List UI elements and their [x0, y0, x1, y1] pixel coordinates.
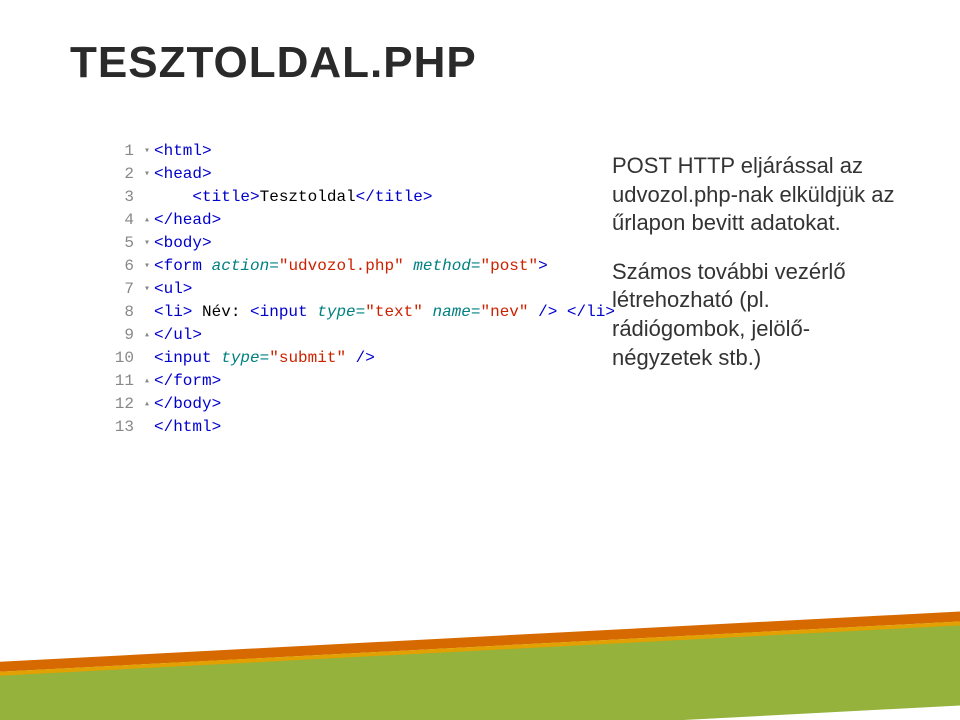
- code-line: 5▾<body>: [90, 232, 570, 255]
- code-line: 4▴</head>: [90, 209, 570, 232]
- code-line: 6▾<form action="udvozol.php" method="pos…: [90, 255, 570, 278]
- fold-icon: [140, 301, 154, 324]
- code-content: <input type="submit" />: [154, 347, 570, 370]
- page-title: TESZTOLDAL.PHP: [70, 38, 477, 88]
- code-content: </body>: [154, 393, 570, 416]
- fold-icon: [140, 186, 154, 209]
- code-line: 2▾<head>: [90, 163, 570, 186]
- line-number: 11: [90, 370, 140, 393]
- line-number: 6: [90, 255, 140, 278]
- fold-icon: ▾: [140, 232, 154, 255]
- fold-icon: [140, 347, 154, 370]
- code-line: 7▾<ul>: [90, 278, 570, 301]
- code-content: <html>: [154, 140, 570, 163]
- code-line: 3 <title>Tesztoldal</title>: [90, 186, 570, 209]
- code-content: <li> Név: <input type="text" name="nev" …: [154, 301, 615, 324]
- decorative-stripes: [0, 600, 960, 720]
- line-number: 4: [90, 209, 140, 232]
- code-line: 9▴</ul>: [90, 324, 570, 347]
- fold-icon: ▾: [140, 255, 154, 278]
- code-content: <head>: [154, 163, 570, 186]
- fold-icon: ▾: [140, 140, 154, 163]
- code-line: 11▴</form>: [90, 370, 570, 393]
- fold-icon: [140, 416, 154, 439]
- line-number: 10: [90, 347, 140, 370]
- code-content: <ul>: [154, 278, 570, 301]
- code-line: 12▴</body>: [90, 393, 570, 416]
- code-listing: 1▾<html>2▾<head>3 <title>Tesztoldal</tit…: [90, 140, 570, 439]
- line-number: 13: [90, 416, 140, 439]
- fold-icon: ▴: [140, 370, 154, 393]
- fold-icon: ▴: [140, 324, 154, 347]
- code-content: <form action="udvozol.php" method="post"…: [154, 255, 570, 278]
- fold-icon: ▴: [140, 393, 154, 416]
- fold-icon: ▾: [140, 163, 154, 186]
- desc-paragraph-1: POST HTTP eljárással az udvozol.php-nak …: [612, 152, 902, 238]
- code-content: <title>Tesztoldal</title>: [154, 186, 570, 209]
- code-content: </form>: [154, 370, 570, 393]
- line-number: 12: [90, 393, 140, 416]
- code-content: <body>: [154, 232, 570, 255]
- code-content: </head>: [154, 209, 570, 232]
- line-number: 2: [90, 163, 140, 186]
- code-content: </ul>: [154, 324, 570, 347]
- code-line: 1▾<html>: [90, 140, 570, 163]
- line-number: 8: [90, 301, 140, 324]
- description: POST HTTP eljárással az udvozol.php-nak …: [612, 152, 902, 392]
- line-number: 7: [90, 278, 140, 301]
- code-line: 8<li> Név: <input type="text" name="nev"…: [90, 301, 570, 324]
- code-line: 13 </html>: [90, 416, 570, 439]
- fold-icon: ▴: [140, 209, 154, 232]
- desc-paragraph-2: Számos további vezérlő létrehozható (pl.…: [612, 258, 902, 372]
- slide: TESZTOLDAL.PHP 1▾<html>2▾<head>3 <title>…: [0, 0, 960, 720]
- code-content: </html>: [154, 416, 570, 439]
- line-number: 5: [90, 232, 140, 255]
- line-number: 9: [90, 324, 140, 347]
- fold-icon: ▾: [140, 278, 154, 301]
- line-number: 3: [90, 186, 140, 209]
- code-line: 10 <input type="submit" />: [90, 347, 570, 370]
- line-number: 1: [90, 140, 140, 163]
